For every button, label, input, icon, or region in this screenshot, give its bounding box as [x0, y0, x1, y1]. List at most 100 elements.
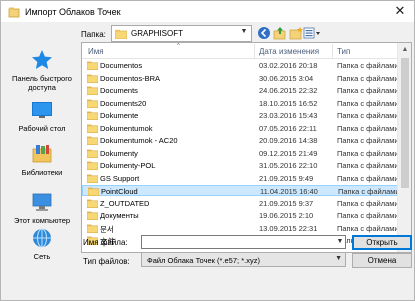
place-network[interactable]: Сеть — [5, 226, 79, 261]
file-type: Папка с файлами — [337, 211, 399, 220]
file-date: 18.10.2015 16:52 — [259, 98, 318, 108]
list-item[interactable]: Documents 24.06.2015 22:32 Папка с файлами — [82, 85, 399, 96]
file-date: 09.12.2015 21:49 — [259, 148, 318, 158]
close-icon[interactable]: ✕ — [392, 3, 408, 19]
column-date[interactable]: Дата изменения — [259, 47, 319, 56]
up-folder-icon — [273, 27, 286, 40]
file-date: 13.09.2015 22:31 — [259, 223, 318, 233]
file-date: 30.06.2015 3:04 — [259, 73, 314, 83]
folder-icon — [87, 61, 98, 70]
place-label: Библиотеки — [21, 168, 63, 177]
file-name: Documents — [100, 86, 138, 95]
back-button[interactable] — [257, 26, 271, 40]
place-label: Сеть — [33, 252, 51, 261]
window-title: Импорт Облаков Точек — [25, 7, 121, 17]
list-item[interactable]: Dokumenty 09.12.2015 21:49 Папка с файлами — [82, 148, 399, 159]
folder-icon — [87, 224, 98, 233]
back-icon — [258, 27, 270, 39]
file-date: 07.05.2016 22:11 — [259, 123, 317, 133]
file-name: Документы — [100, 211, 139, 220]
cancel-button[interactable]: Отмена — [352, 253, 412, 268]
place-label: Этот компьютер — [13, 216, 71, 225]
chevron-down-icon[interactable]: ▼ — [239, 28, 249, 39]
file-name: PointCloud — [101, 187, 138, 196]
folder-icon — [87, 74, 98, 83]
file-name: Documentos-BRA — [100, 73, 161, 83]
folder-icon — [87, 149, 98, 158]
folder-icon — [115, 29, 127, 39]
up-folder-button[interactable] — [273, 26, 287, 40]
file-type: Папка с файлами — [337, 123, 399, 133]
folder-icon — [87, 174, 98, 183]
open-button[interactable]: Открыть — [352, 235, 412, 250]
file-name: Documents20 — [100, 98, 147, 108]
filename-input[interactable] — [141, 235, 346, 249]
file-type: Папка с файлами — [338, 187, 400, 196]
file-name: Dokumenty — [100, 148, 138, 158]
list-item[interactable]: Dokumentumok 07.05.2016 22:11 Папка с файл… — [82, 123, 399, 134]
file-type: Папка с файлами — [337, 148, 399, 158]
network-icon — [33, 228, 51, 248]
title-bar: Импорт Облаков Точек ✕ — [0, 0, 415, 22]
list-item[interactable]: Documents20 18.10.2015 16:52 Папка с файла… — [82, 98, 399, 109]
file-name: Dokumenty-POL — [100, 161, 156, 170]
file-type: Папка с файлами — [337, 223, 399, 233]
list-item[interactable]: Documentos-BRA 30.06.2015 3:04 Папка с фай… — [82, 73, 399, 84]
list-item[interactable]: Документы 19.06.2015 2:10 Папка с файлами — [82, 210, 399, 221]
column-name[interactable]: Имя — [88, 47, 104, 56]
column-divider[interactable] — [254, 44, 255, 58]
place-libraries[interactable]: Библиотеки — [5, 142, 79, 177]
folder-icon — [88, 187, 99, 196]
dialog-body: Папка: GRAPHISOFT ▼ Панель быстрого дост… — [0, 22, 415, 301]
list-header: Имя ^ Дата изменения Тип — [82, 43, 398, 59]
file-name: Z_OUTDATED — [100, 198, 150, 208]
computer-icon — [32, 193, 52, 211]
places-bar: Панель быстрого доступа Рабочий стол Биб… — [5, 42, 79, 261]
lookin-combobox[interactable]: GRAPHISOFT ▼ — [111, 25, 252, 42]
list-item[interactable]: Z_OUTDATED 21.09.2015 9:37 Папка с файлами — [82, 198, 399, 209]
file-date: 23.03.2016 15:43 — [259, 111, 318, 120]
folder-icon — [87, 211, 98, 220]
file-date: 20.09.2016 14:38 — [259, 136, 318, 145]
folder-icon — [87, 136, 98, 145]
list-item[interactable]: Dokumentumok - AC20 20.09.2016 14:38 Папка… — [82, 135, 399, 146]
file-date: 19.06.2015 2:10 — [259, 211, 314, 220]
file-list[interactable]: Имя ^ Дата изменения Тип Documentos 03.02… — [81, 42, 412, 253]
file-type: Папка с файлами — [337, 86, 399, 95]
view-menu-button[interactable] — [303, 26, 321, 40]
list-item[interactable]: GS Support 21.09.2015 9:49 Папка с файлами — [82, 173, 399, 184]
new-folder-button[interactable] — [289, 26, 303, 40]
file-type: Папка с файлами — [337, 111, 399, 120]
lookin-label: Папка: — [81, 30, 106, 39]
place-label: Панель быстрого доступа — [12, 74, 72, 92]
app-icon — [8, 7, 20, 18]
place-quick-access[interactable]: Панель быстрого доступа — [5, 48, 79, 92]
file-type: Папка с файлами — [337, 198, 399, 208]
column-type[interactable]: Тип — [337, 47, 350, 56]
file-type: Папка с файлами — [337, 173, 399, 183]
file-date: 21.09.2015 9:37 — [259, 198, 314, 208]
list-item[interactable]: 문서 13.09.2015 22:31 Папка с файлами — [82, 223, 399, 234]
filename-label: Имя файла: — [83, 238, 128, 247]
file-name: GS Support — [100, 173, 140, 183]
vertical-scrollbar[interactable]: ▲ ▼ — [397, 43, 411, 252]
libraries-icon — [32, 145, 52, 163]
scroll-thumb[interactable] — [401, 58, 409, 188]
column-divider[interactable] — [332, 44, 333, 58]
file-date: 31.05.2016 22:10 — [259, 161, 318, 170]
chevron-down-icon[interactable]: ▼ — [334, 235, 346, 249]
folder-icon — [87, 161, 98, 170]
place-this-pc[interactable]: Этот компьютер — [5, 190, 79, 225]
scroll-up-icon[interactable]: ▲ — [398, 43, 411, 57]
chevron-down-icon[interactable]: ▼ — [335, 255, 342, 262]
file-name: Dokumentumok — [100, 123, 153, 133]
place-desktop[interactable]: Рабочий стол — [5, 98, 79, 133]
filetype-select[interactable]: Файл Облака Точек (*.e57; *.xyz) ▼ — [141, 252, 346, 267]
sort-caret-icon: ^ — [177, 43, 180, 49]
list-item[interactable]: PointCloud 11.04.2015 16:40 Папка с файлам… — [82, 185, 400, 196]
file-type: Папка с файлами — [337, 73, 399, 83]
list-item[interactable]: Documentos 03.02.2016 20:18 Папка с файлам… — [82, 60, 399, 71]
list-item[interactable]: Dokumenty-POL 31.05.2016 22:10 Папка с фай… — [82, 160, 399, 171]
file-date: 03.02.2016 20:18 — [259, 61, 318, 70]
list-item[interactable]: Dokumente 23.03.2016 15:43 Папка с файлами — [82, 110, 399, 121]
